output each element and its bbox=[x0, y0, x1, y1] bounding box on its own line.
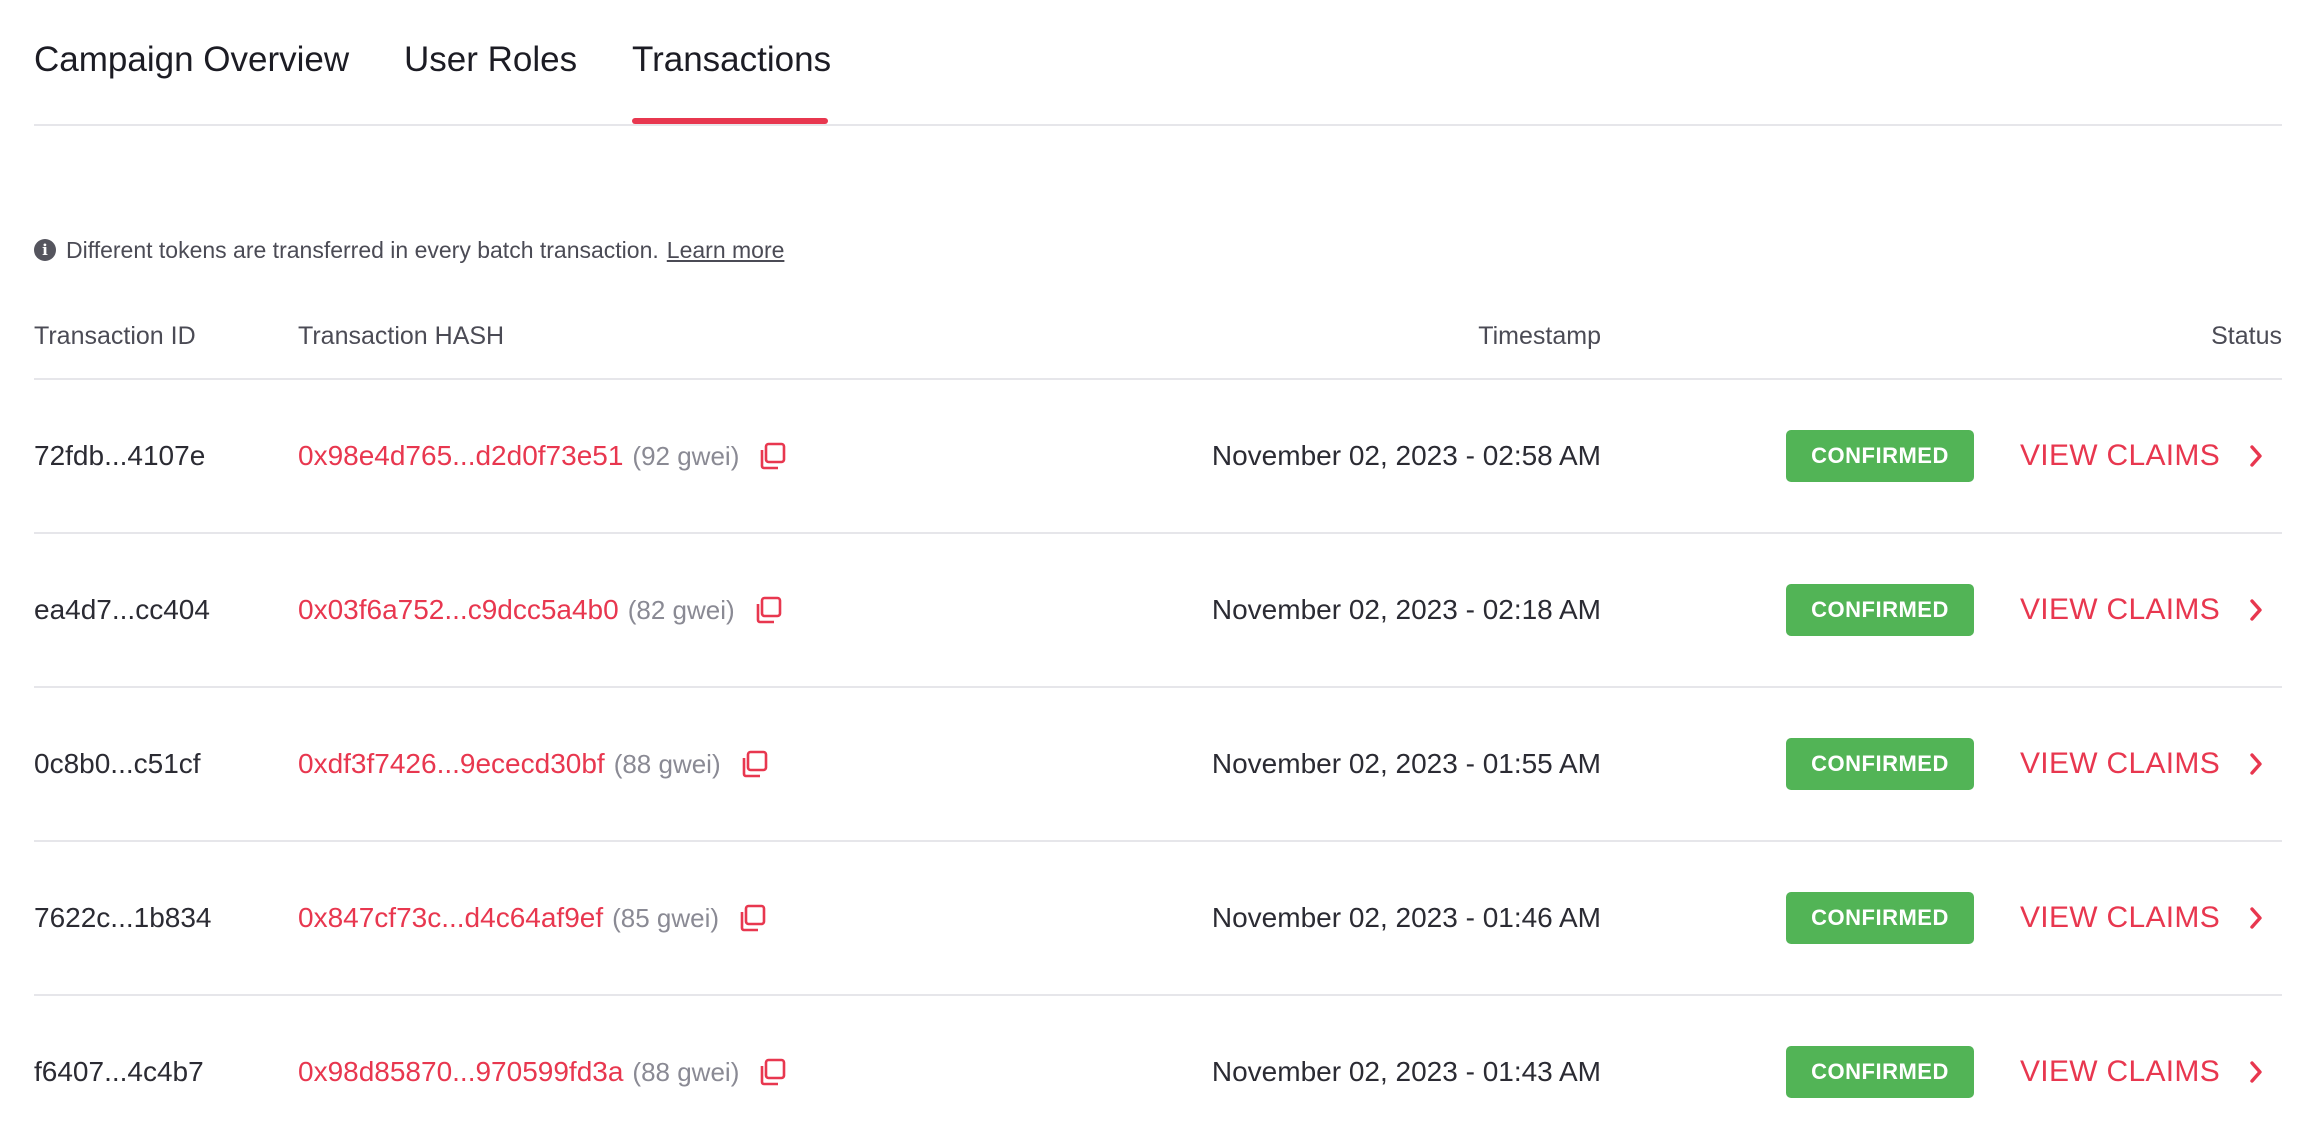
info-notice: i Different tokens are transferred in ev… bbox=[34, 234, 784, 266]
status-cell: CONFIRMED bbox=[1786, 842, 1974, 994]
transaction-hash-cell: 0x847cf73c...d4c64af9ef (85 gwei) bbox=[298, 842, 767, 994]
timestamp: November 02, 2023 - 02:18 AM bbox=[1211, 594, 1601, 625]
transaction-hash-link[interactable]: 0x98d85870...970599fd3a bbox=[298, 1056, 623, 1088]
header-status: Status bbox=[2211, 322, 2282, 350]
status-cell: CONFIRMED bbox=[1786, 688, 1974, 840]
transaction-hash-cell: 0x03f6a752...c9dcc5a4b0 (82 gwei) bbox=[298, 534, 783, 686]
view-claims-button[interactable]: VIEW CLAIMS bbox=[2020, 688, 2264, 840]
transaction-hash-link[interactable]: 0x847cf73c...d4c64af9ef bbox=[298, 902, 603, 934]
status-badge: CONFIRMED bbox=[1786, 1046, 1974, 1098]
gas-price: (82 gwei) bbox=[627, 594, 735, 625]
status-badge: CONFIRMED bbox=[1786, 430, 1974, 482]
transaction-id: 0c8b0...c51cf bbox=[34, 748, 201, 779]
chevron-right-icon bbox=[2248, 597, 2264, 623]
timestamp: November 02, 2023 - 01:55 AM bbox=[1211, 748, 1601, 779]
copy-icon[interactable] bbox=[737, 903, 767, 933]
header-timestamp: Timestamp bbox=[1478, 322, 1601, 350]
table-row: 72fdb...4107e 0x98e4d765...d2d0f73e51 (92 … bbox=[34, 380, 2282, 534]
transaction-hash-cell: 0x98d85870...970599fd3a (88 gwei) bbox=[298, 996, 787, 1144]
status-badge: CONFIRMED bbox=[1786, 892, 1974, 944]
timestamp: November 02, 2023 - 02:58 AM bbox=[1211, 440, 1601, 471]
table-row: 7622c...1b834 0x847cf73c...d4c64af9ef (85 … bbox=[34, 842, 2282, 996]
status-badge: CONFIRMED bbox=[1786, 584, 1974, 636]
table-header: Transaction ID Transaction HASH Timestam… bbox=[34, 300, 2282, 380]
gas-price: (88 gwei) bbox=[613, 748, 721, 779]
transaction-hash-cell: 0x98e4d765...d2d0f73e51 (92 gwei) bbox=[298, 380, 787, 532]
copy-icon[interactable] bbox=[739, 749, 769, 779]
info-icon: i bbox=[34, 239, 56, 261]
transactions-page: Campaign Overview User Roles Transaction… bbox=[0, 0, 2310, 1144]
status-cell: CONFIRMED bbox=[1786, 996, 1974, 1144]
view-claims-button[interactable]: VIEW CLAIMS bbox=[2020, 842, 2264, 994]
status-cell: CONFIRMED bbox=[1786, 380, 1974, 532]
transaction-hash-link[interactable]: 0x98e4d765...d2d0f73e51 bbox=[298, 440, 623, 472]
copy-icon[interactable] bbox=[757, 1057, 787, 1087]
view-claims-button[interactable]: VIEW CLAIMS bbox=[2020, 996, 2264, 1144]
transaction-id: f6407...4c4b7 bbox=[34, 1056, 204, 1087]
chevron-right-icon bbox=[2248, 1059, 2264, 1085]
transaction-id: 7622c...1b834 bbox=[34, 902, 212, 933]
transaction-hash-link[interactable]: 0x03f6a752...c9dcc5a4b0 bbox=[298, 594, 619, 626]
view-claims-button[interactable]: VIEW CLAIMS bbox=[2020, 380, 2264, 532]
view-claims-label: VIEW CLAIMS bbox=[2020, 901, 2220, 934]
table-row: 0c8b0...c51cf 0xdf3f7426...9ececd30bf (88 … bbox=[34, 688, 2282, 842]
timestamp: November 02, 2023 - 01:43 AM bbox=[1211, 1056, 1601, 1087]
view-claims-label: VIEW CLAIMS bbox=[2020, 747, 2220, 780]
tab-user-roles[interactable]: User Roles bbox=[404, 36, 577, 84]
chevron-right-icon bbox=[2248, 905, 2264, 931]
header-transaction-hash: Transaction HASH bbox=[298, 322, 505, 350]
view-claims-label: VIEW CLAIMS bbox=[2020, 1055, 2220, 1088]
gas-price: (92 gwei) bbox=[632, 440, 740, 471]
gas-price: (88 gwei) bbox=[632, 1056, 740, 1087]
tab-bar: Campaign Overview User Roles Transaction… bbox=[34, 0, 2282, 126]
tab-transactions[interactable]: Transactions bbox=[632, 36, 831, 84]
transaction-hash-link[interactable]: 0xdf3f7426...9ececd30bf bbox=[298, 748, 605, 780]
timestamp: November 02, 2023 - 01:46 AM bbox=[1211, 902, 1601, 933]
tab-campaign-overview[interactable]: Campaign Overview bbox=[34, 36, 349, 84]
transaction-id: ea4d7...cc404 bbox=[34, 594, 210, 625]
copy-icon[interactable] bbox=[757, 441, 787, 471]
copy-icon[interactable] bbox=[753, 595, 783, 625]
chevron-right-icon bbox=[2248, 751, 2264, 777]
info-text: Different tokens are transferred in ever… bbox=[66, 236, 659, 263]
chevron-right-icon bbox=[2248, 443, 2264, 469]
table-row: f6407...4c4b7 0x98d85870...970599fd3a (88 … bbox=[34, 996, 2282, 1144]
transaction-id: 72fdb...4107e bbox=[34, 440, 206, 471]
active-tab-indicator bbox=[632, 118, 828, 124]
view-claims-label: VIEW CLAIMS bbox=[2020, 593, 2220, 626]
table-row: ea4d7...cc404 0x03f6a752...c9dcc5a4b0 (82 … bbox=[34, 534, 2282, 688]
view-claims-label: VIEW CLAIMS bbox=[2020, 439, 2220, 472]
gas-price: (85 gwei) bbox=[612, 902, 720, 933]
header-transaction-id: Transaction ID bbox=[34, 322, 196, 350]
transaction-hash-cell: 0xdf3f7426...9ececd30bf (88 gwei) bbox=[298, 688, 769, 840]
status-badge: CONFIRMED bbox=[1786, 738, 1974, 790]
learn-more-link[interactable]: Learn more bbox=[667, 237, 785, 264]
view-claims-button[interactable]: VIEW CLAIMS bbox=[2020, 534, 2264, 686]
status-cell: CONFIRMED bbox=[1786, 534, 1974, 686]
